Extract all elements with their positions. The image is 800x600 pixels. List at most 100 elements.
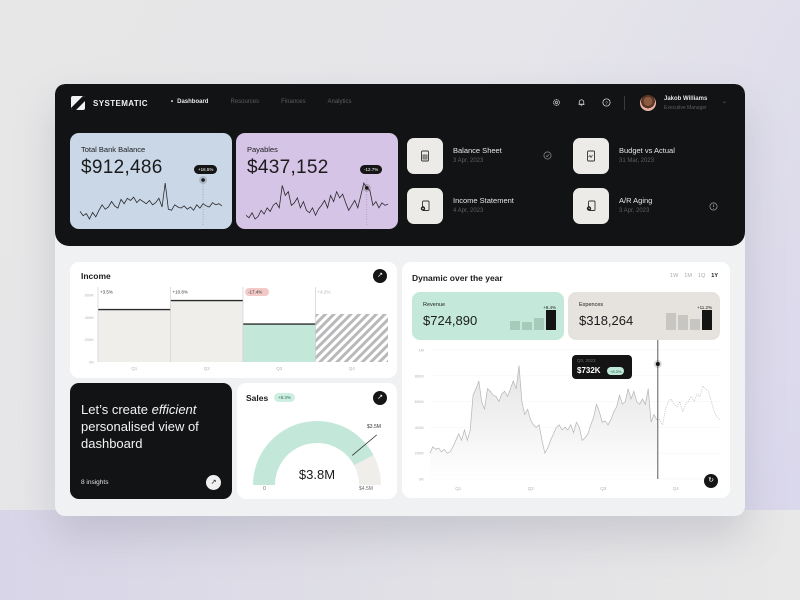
document-chart-icon <box>573 138 609 174</box>
x-tick-label: Q2 <box>528 486 535 491</box>
y-tick-label: 800K <box>415 373 425 378</box>
delta-label: -17.4% <box>248 290 262 295</box>
projected-line <box>656 385 721 426</box>
dynamic-panel: Dynamic over the year 1W 1M 1Q 1Y Revenu… <box>402 262 730 498</box>
income-bar-chart: 0K 200K 400K 600K +3.5% Q1 +10.8% Q2 -17.4% Q3 +4.… <box>85 287 388 371</box>
bell-icon[interactable] <box>577 98 586 107</box>
logo[interactable]: SYSTEMATIC <box>71 96 148 110</box>
dynamic-line-chart: 0K 200K 400K 600K 800K 1M Q1 Q2 Q3 Q4 <box>415 340 721 491</box>
stat-delta-badge: +16.5% <box>194 165 218 174</box>
background <box>0 510 800 600</box>
chevron-down-icon[interactable]: ⌄ <box>722 98 727 105</box>
report-date: 4 Apr, 2023 <box>453 208 484 214</box>
tooltip-period: Q3, 2023 <box>577 358 596 363</box>
y-tick-label: 0K <box>89 360 94 365</box>
nav-analytics[interactable]: Analytics <box>328 99 352 105</box>
promo-emphasis: efficient <box>151 402 197 417</box>
x-tick-label: Q4 <box>349 366 356 371</box>
sparkline-chart <box>245 179 389 225</box>
logo-icon <box>71 96 85 110</box>
bar-q3 <box>243 324 316 362</box>
marker-dot <box>201 178 205 182</box>
stat-card-bank-balance[interactable]: Total Bank Balance $912,486 +16.5% <box>70 133 232 229</box>
stat-card-payables[interactable]: Payables $437,152 -12.7% <box>236 133 398 229</box>
header-icons: ? <box>552 98 611 107</box>
nav-finances[interactable]: Finances <box>281 99 305 105</box>
dashboard-window: SYSTEMATIC Dashboard Resources Finances … <box>55 84 745 516</box>
area-fill <box>430 365 657 479</box>
report-date: 31 Mar, 2023 <box>619 158 655 164</box>
info-icon[interactable] <box>709 202 718 213</box>
marker-dot <box>365 186 369 190</box>
income-panel: Income ↗ 0K 200K 400K 600K +3.5% Q1 +10.8% Q2 -1… <box>70 262 397 378</box>
bar-q4 <box>315 313 388 362</box>
report-balance-sheet[interactable]: Balance Sheet 3 Apr, 2023 <box>407 138 557 176</box>
document-icon <box>407 138 443 174</box>
user-name: Jakob Williams <box>664 96 708 102</box>
promo-line: personalised view of dashboard <box>81 419 199 451</box>
top-section: SYSTEMATIC Dashboard Resources Finances … <box>55 84 745 246</box>
report-date: 3 Apr, 2023 <box>453 158 484 164</box>
delta-label: +4.2% <box>318 290 331 295</box>
gear-icon[interactable] <box>552 98 561 107</box>
promo-line: Let’s create <box>81 402 152 417</box>
y-tick-label: 200K <box>415 451 425 456</box>
expand-arrow-icon[interactable]: ↗ <box>206 475 221 490</box>
y-tick-label: 200K <box>85 337 95 342</box>
promo-card[interactable]: Let’s create efficient personalised view… <box>70 383 232 499</box>
delta-label: +10.8% <box>173 290 188 295</box>
stat-label: Total Bank Balance <box>81 145 146 154</box>
cursor-dot <box>655 362 660 366</box>
y-tick-label: 400K <box>415 425 425 430</box>
y-tick-label: 0K <box>419 477 424 482</box>
report-title: Income Statement <box>453 196 514 205</box>
document-clock-icon <box>573 188 609 224</box>
chart-tooltip: Q3, 2023 $732K +8.3% <box>572 355 632 379</box>
y-tick-label: 600K <box>85 293 95 298</box>
report-date: 3 Apr, 2023 <box>619 208 650 214</box>
x-tick-label: Q3 <box>276 366 283 371</box>
nav-dashboard[interactable]: Dashboard <box>171 99 208 105</box>
report-title: Balance Sheet <box>453 146 502 155</box>
x-tick-label: Q2 <box>204 366 211 371</box>
brand-name: SYSTEMATIC <box>93 98 148 108</box>
x-tick-label: Q3 <box>600 486 607 491</box>
gauge-max-label: $4.5M <box>359 486 373 492</box>
user-role: Executive Manager <box>664 105 707 111</box>
tooltip-delta: +8.3% <box>607 367 625 375</box>
document-gear-icon <box>407 188 443 224</box>
x-tick-label: Q1 <box>131 366 138 371</box>
delta-label: +3.5% <box>100 290 113 295</box>
y-tick-label: 1M <box>418 348 424 353</box>
report-income-statement[interactable]: Income Statement 4 Apr, 2023 <box>407 188 557 226</box>
check-circle-icon <box>543 151 552 162</box>
report-budget-vs-actual[interactable]: Budget vs Actual 31 Mar, 2023 <box>573 138 723 176</box>
stat-delta-badge: -12.7% <box>360 165 383 174</box>
report-ar-aging[interactable]: A/R Aging 3 Apr, 2023 <box>573 188 723 226</box>
bar-q2 <box>170 300 243 362</box>
tooltip-value: $732K <box>577 366 601 375</box>
x-tick-label: Q1 <box>455 486 462 491</box>
report-title: Budget vs Actual <box>619 146 675 155</box>
avatar[interactable] <box>640 95 656 111</box>
sparkline-path <box>79 182 223 220</box>
bar-q1 <box>98 309 171 362</box>
report-title: A/R Aging <box>619 196 653 205</box>
header-divider <box>624 96 625 110</box>
sales-value: $3.8M <box>298 467 336 482</box>
sparkline-chart <box>79 176 223 225</box>
main-nav: Dashboard Resources Finances Analytics <box>171 99 352 105</box>
gauge-min-label: 0 <box>263 486 266 492</box>
svg-text:?: ? <box>605 100 608 106</box>
x-tick-label: Q4 <box>673 486 680 491</box>
stat-label: Payables <box>247 145 278 154</box>
promo-text: Let’s create efficient personalised view… <box>81 401 226 452</box>
gauge-target-label: $3.5M <box>367 424 381 430</box>
y-tick-label: 600K <box>415 399 425 404</box>
help-icon[interactable]: ? <box>602 98 611 107</box>
insights-count: 8 insights <box>81 479 109 486</box>
sales-panel: Sales +8.3% ↗ $3.8M 0 $4.5M $3.5M <box>237 383 397 499</box>
nav-resources[interactable]: Resources <box>230 99 259 105</box>
refresh-icon[interactable]: ↻ <box>704 474 718 488</box>
y-tick-label: 400K <box>85 315 95 320</box>
